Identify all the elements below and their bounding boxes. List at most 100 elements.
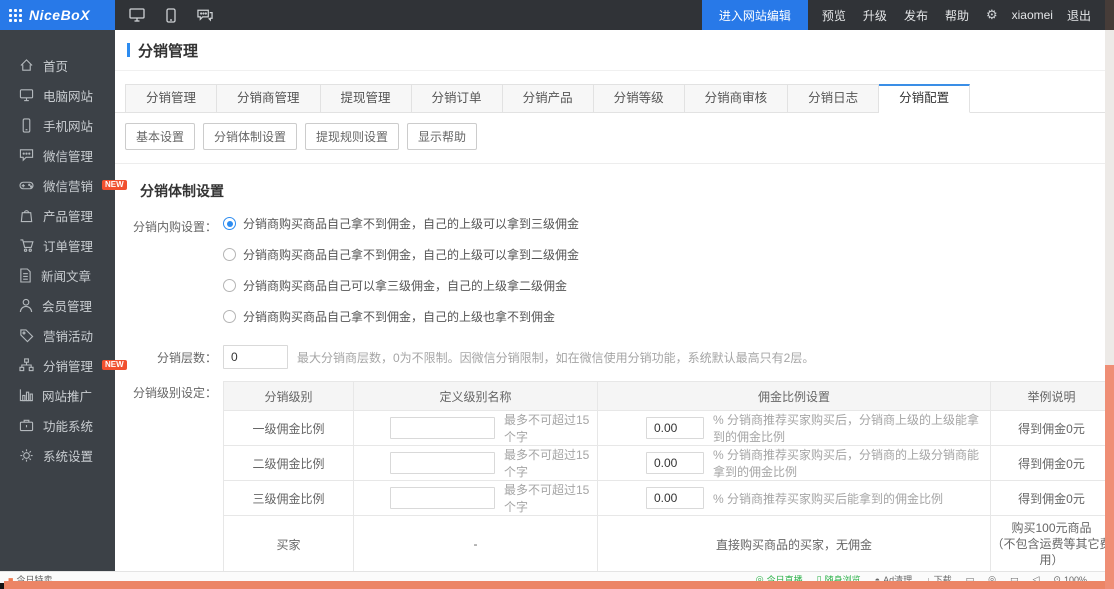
gamepad-icon [19,179,34,192]
tabs-row: 分销管理 分销商管理 提现管理 分销订单 分销产品 分销等级 分销商审核 分销日… [115,84,1105,113]
header-links: 预览 升级 发布 帮助 ⚙ [808,0,1012,30]
sidebar-item-news-articles[interactable]: 新闻文章 [0,260,115,290]
radio-group: 分销商购买商品自己拿不到佣金，自己的上级可以拿到三级佣金 分销商购买商品自己拿不… [223,215,579,339]
person-icon [19,298,33,313]
grade-label: 分销级别设定： [123,381,217,401]
level3-example: 得到佣金0元 [991,481,1106,516]
sidebar-item-product-mgmt[interactable]: 产品管理 [0,200,115,230]
wechat-chat-icon[interactable] [197,7,213,23]
radio-option-1[interactable]: 分销商购买商品自己拿不到佣金，自己的上级可以拿到三级佣金 [223,215,579,232]
col-header-level: 分销级别 [224,382,354,411]
level1-rate-input[interactable] [646,417,704,439]
help-link[interactable]: 帮助 [945,7,969,24]
tab-distribution-logs[interactable]: 分销日志 [788,84,879,113]
apps-grid-icon[interactable] [9,9,22,22]
sidebar-item-pc-site[interactable]: 电脑网站 [0,80,115,110]
title-accent-bar [127,43,130,57]
level2-name-input[interactable] [390,452,495,474]
settings-gear-icon[interactable]: ⚙ [986,7,998,23]
tab-withdrawal-mgmt[interactable]: 提现管理 [321,84,412,113]
sidebar-item-mobile-site[interactable]: 手机网站 [0,110,115,140]
tab-distribution-levels[interactable]: 分销等级 [594,84,685,113]
commission-grade-table: 分销级别 定义级别名称 佣金比例设置 举例说明 一级佣金比例 最多不可超过15个… [223,381,1105,571]
system-section-title: 分销体制设置 [140,181,1105,201]
enter-site-editor-button[interactable]: 进入网站编辑 [702,0,808,30]
app-logo[interactable]: NiceBoX [0,0,115,30]
sidebar-item-wechat-marketing[interactable]: 微信营销 NEW [0,170,115,200]
tab-distribution-config[interactable]: 分销配置 [879,84,970,113]
home-icon [19,58,34,72]
level1-example: 得到佣金0元 [991,411,1106,446]
preview-link[interactable]: 预览 [822,7,846,24]
distribution-system-form: 分销内购设置： 分销商购买商品自己拿不到佣金，自己的上级可以拿到三级佣金 分销商… [115,215,1105,571]
radio-unselected-icon[interactable] [223,248,236,261]
table-row-level3: 三级佣金比例 最多不可超过15个字 % 分销商推荐买家购买后能拿到的佣金比例 得… [224,481,1106,516]
subtabs-row: 基本设置 分销体制设置 提现规则设置 显示帮助 [115,113,1105,150]
tab-distribution-products[interactable]: 分销产品 [503,84,594,113]
level3-name-input[interactable] [390,487,495,509]
right-edge-strip [1105,0,1114,589]
show-help-button[interactable]: 显示帮助 [407,123,477,150]
levels-label: 分销层数： [123,349,217,366]
sidebar-item-order-mgmt[interactable]: 订单管理 [0,230,115,260]
chat-bubble-icon [19,148,34,162]
bar-chart-icon [19,388,33,402]
gear-icon [19,448,34,463]
upgrade-link[interactable]: 升级 [863,7,887,24]
page-title-row: 分销管理 [115,30,1105,71]
grade-setting-row: 分销级别设定： 分销级别 定义级别名称 佣金比例设置 举例说明 一级佣金比例 最… [123,381,1105,571]
monitor-icon [19,88,34,102]
radio-unselected-icon[interactable] [223,310,236,323]
header-right: 进入网站编辑 预览 升级 发布 帮助 ⚙ xiaomei 退出 [702,0,1105,30]
levels-row: 分销层数： 最大分销商层数，0为不限制。因微信分销限制，如在微信使用分销功能，系… [123,345,1105,369]
new-badge: NEW [102,360,127,370]
table-row-level1: 一级佣金比例 最多不可超过15个字 % 分销商推荐买家购买后，分销商上级的上级能… [224,411,1106,446]
levels-input[interactable] [223,345,288,369]
tab-distributor-review[interactable]: 分销商审核 [685,84,789,113]
level2-rate-input[interactable] [646,452,704,474]
sidebar-item-marketing-activity[interactable]: 营销活动 [0,320,115,350]
tag-icon [19,328,34,343]
radio-option-4[interactable]: 分销商购买商品自己拿不到佣金，自己的上级也拿不到佣金 [223,308,579,325]
level3-rate-input[interactable] [646,487,704,509]
username[interactable]: xiaomei [1012,8,1053,22]
shopping-bag-icon [19,208,34,223]
bottom-orange-bar [4,581,1105,589]
device-switcher [115,0,213,30]
radio-unselected-icon[interactable] [223,279,236,292]
table-header-row: 分销级别 定义级别名称 佣金比例设置 举例说明 [224,382,1106,411]
sidebar-item-system-settings[interactable]: 系统设置 [0,440,115,470]
logout-link[interactable]: 退出 [1067,7,1091,24]
sidebar-item-site-promotion[interactable]: 网站推广 [0,380,115,410]
level1-name-input[interactable] [390,417,495,439]
desktop-site-icon[interactable] [129,7,145,23]
sidebar-item-home[interactable]: 首页 [0,50,115,80]
radio-option-2[interactable]: 分销商购买商品自己拿不到佣金，自己的上级可以拿到二级佣金 [223,246,579,263]
top-header: NiceBoX 进入网站编辑 预览 升级 发布 帮助 ⚙ xiaomei 退出 [0,0,1105,30]
sidebar-item-member-mgmt[interactable]: 会员管理 [0,290,115,320]
user-area: xiaomei 退出 [1012,0,1105,30]
mobile-site-icon[interactable] [163,7,179,23]
col-header-rate: 佣金比例设置 [598,382,991,411]
tab-distribution-mgmt[interactable]: 分销管理 [125,84,217,113]
logo-text: NiceBoX [29,7,90,23]
cart-icon [19,238,34,253]
sidebar-item-function-system[interactable]: 功能系统 [0,410,115,440]
withdrawal-rules-settings-button[interactable]: 提现规则设置 [305,123,399,150]
sidebar-item-distribution-mgmt[interactable]: 分销管理 NEW [0,350,115,380]
smartphone-icon [19,118,34,133]
radio-option-3[interactable]: 分销商购买商品自己可以拿三级佣金，自己的上级拿二级佣金 [223,277,579,294]
internal-purchase-label: 分销内购设置： [123,215,217,235]
levels-hint: 最大分销商层数，0为不限制。因微信分销限制，如在微信使用分销功能，系统默认最高只… [297,349,814,366]
radio-selected-icon[interactable] [223,217,236,230]
sidebar: 首页 电脑网站 手机网站 微信管理 微信营销 NEW 产品管理 订单管理 新闻文… [0,30,115,572]
tab-distributor-mgmt[interactable]: 分销商管理 [217,84,321,113]
document-icon [19,268,32,283]
sitemap-icon [19,358,34,372]
distribution-system-settings-button[interactable]: 分销体制设置 [203,123,297,150]
publish-link[interactable]: 发布 [904,7,928,24]
sidebar-item-wechat-mgmt[interactable]: 微信管理 [0,140,115,170]
divider [115,163,1105,164]
basic-settings-button[interactable]: 基本设置 [125,123,195,150]
tab-distribution-orders[interactable]: 分销订单 [412,84,503,113]
